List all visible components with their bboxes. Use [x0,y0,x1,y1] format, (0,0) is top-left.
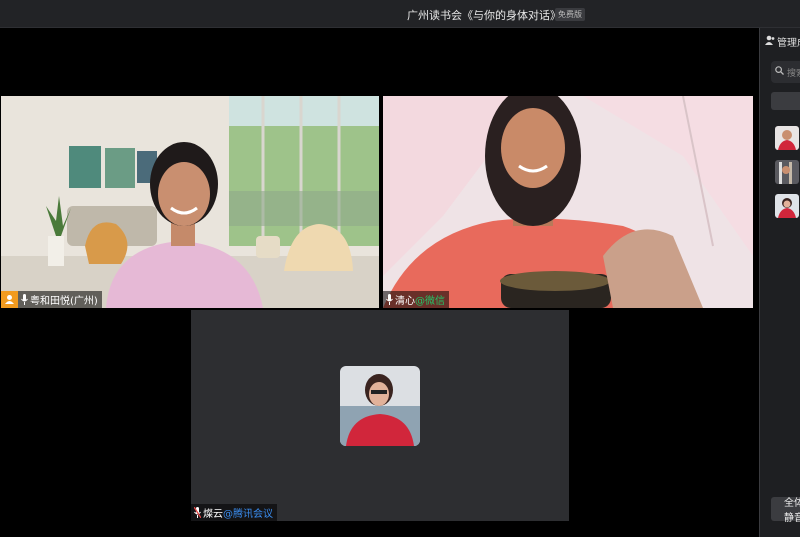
video-feed [1,96,379,308]
search-placeholder: 搜索 [787,68,800,79]
participant-source: @腾讯会议 [223,509,273,520]
member-avatar[interactable] [775,160,799,184]
mute-all-label: 全体静音 [784,498,800,524]
participant-label: 清心 @微信 [383,291,449,308]
search-icon [775,66,784,78]
member-filter-button[interactable] [771,92,800,110]
member-avatar[interactable] [775,126,799,150]
video-tile-participant[interactable]: 清心 @微信 [383,96,753,308]
avatar [340,366,420,446]
participant-label: 粤和田悦(广州) [1,291,102,308]
meeting-title: 广州读书会《与你的身体对话》 [407,9,561,22]
members-icon [765,35,775,48]
participant-name: 清心 [395,296,415,307]
microphone-icon [18,291,30,308]
member-search-input[interactable]: 搜索 [771,61,800,83]
microphone-icon [383,291,395,308]
participant-source: @微信 [415,296,445,307]
host-icon [1,291,18,308]
video-feed [383,96,753,308]
video-stage: 粤和田悦(广州) 清心 @微信 燦云 @腾讯会议 [0,28,759,537]
participant-name: 粤和田悦(广州) [30,296,98,307]
members-panel: 管理成员 搜索 全体静音 [759,28,800,537]
participant-label: 燦云 @腾讯会议 [191,504,277,521]
members-panel-title: 管理成员 [777,38,800,49]
video-tile-host[interactable]: 粤和田悦(广州) [1,96,379,308]
participant-name: 燦云 [203,509,223,520]
video-tile-audio-only[interactable]: 燦云 @腾讯会议 [191,310,569,521]
member-avatar[interactable] [775,194,799,218]
members-panel-header: 管理成员 [765,34,800,49]
title-bar: 广州读书会《与你的身体对话》 免费版 [0,0,800,28]
microphone-muted-icon [191,504,203,521]
edition-badge: 免费版 [555,8,585,21]
mute-all-button[interactable]: 全体静音 [771,497,800,524]
